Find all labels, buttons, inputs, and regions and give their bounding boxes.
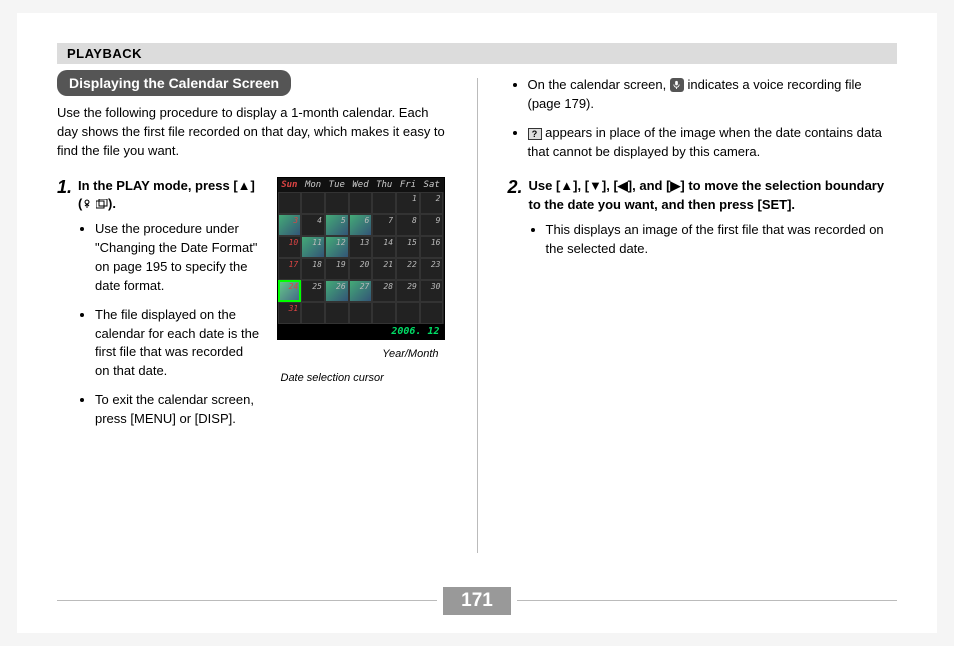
cal-cell: 4 [301, 214, 325, 236]
cal-cell: 10 [278, 236, 302, 258]
unknown-icon-bullet: ? appears in place of the image when the… [528, 124, 898, 162]
step2-bullet: This displays an image of the first file… [546, 221, 898, 259]
section-header: PLAYBACK [57, 43, 897, 64]
cal-cell [301, 192, 325, 214]
topic-title: Displaying the Calendar Screen [57, 70, 291, 96]
cal-cell [372, 192, 396, 214]
step1-part-a: In the PLAY mode, press [ [78, 178, 238, 193]
cal-cell: 21 [372, 258, 396, 280]
calendar-figure: Sun Mon Tue Wed Thu Fri Sat [277, 177, 447, 439]
day-sat: Sat [420, 178, 444, 192]
cal-cell: 9 [420, 214, 444, 236]
cal-cell [301, 302, 325, 324]
cal-cell: 29 [396, 280, 420, 302]
cal-cell [325, 302, 349, 324]
cal-cell [349, 192, 373, 214]
cal-cell: 6 [349, 214, 373, 236]
cal-cell: 5 [325, 214, 349, 236]
cal-cell: 1 [396, 192, 420, 214]
b1-text-a: On the calendar screen, [528, 77, 670, 92]
step2-bullets: This displays an image of the first file… [508, 221, 898, 259]
step1-heading: 1. In the PLAY mode, press [▲] ( ). [57, 177, 261, 215]
calendar-grid: 1 2 3 4 5 6 7 8 9 10 11 12 13 [278, 192, 444, 324]
cal-cell [372, 302, 396, 324]
day-sun: Sun [278, 178, 302, 192]
day-wed: Wed [349, 178, 373, 192]
cal-cell [278, 192, 302, 214]
cal-cell: 12 [325, 236, 349, 258]
page-number: 171 [443, 587, 511, 615]
manual-page: PLAYBACK Displaying the Calendar Screen … [17, 13, 937, 633]
step1-instruction: In the PLAY mode, press [▲] ( ). [78, 177, 260, 215]
calendar-year-month: 2006. 12 [278, 324, 444, 339]
day-thu: Thu [372, 178, 396, 192]
step2-instruction: Use [▲], [▼], [◀], and [▶] to move the s… [529, 177, 897, 215]
step2-heading: 2. Use [▲], [▼], [◀], and [▶] to move th… [508, 177, 898, 215]
cal-cell: 8 [396, 214, 420, 236]
cal-cell: 7 [372, 214, 396, 236]
microphone-icon [670, 78, 684, 92]
step1-bullet: To exit the calendar screen, press [MENU… [95, 391, 261, 429]
step-number: 2. [508, 177, 523, 198]
cal-cell: 26 [325, 280, 349, 302]
cal-cell [349, 302, 373, 324]
voice-icon-bullet: On the calendar screen, indicates a voic… [528, 76, 898, 114]
cal-cell: 2 [420, 192, 444, 214]
cal-cell: 27 [349, 280, 373, 302]
step1-text-col: 1. In the PLAY mode, press [▲] ( ). Use … [57, 177, 261, 439]
column-divider [477, 78, 478, 553]
cal-cell: 16 [420, 236, 444, 258]
cal-cell: 19 [325, 258, 349, 280]
cal-cell: 28 [372, 280, 396, 302]
multi-image-icon [96, 196, 108, 215]
cal-cell: 14 [372, 236, 396, 258]
cal-cell: 15 [396, 236, 420, 258]
step1-row: 1. In the PLAY mode, press [▲] ( ). Use … [57, 177, 447, 439]
cal-cell: 18 [301, 258, 325, 280]
two-column-layout: Displaying the Calendar Screen Use the f… [57, 70, 897, 553]
cal-cell: 31 [278, 302, 302, 324]
cal-cell: 3 [278, 214, 302, 236]
step1-bullets: Use the procedure under "Changing the Da… [57, 220, 261, 428]
calendar-screen: Sun Mon Tue Wed Thu Fri Sat [277, 177, 445, 340]
cal-cell-selected: 24 [278, 280, 302, 302]
question-box-icon: ? [528, 128, 542, 140]
calendar-day-header: Sun Mon Tue Wed Thu Fri Sat [278, 178, 444, 192]
right-column: On the calendar screen, indicates a voic… [508, 70, 898, 553]
cal-cell: 20 [349, 258, 373, 280]
step-number: 1. [57, 177, 72, 198]
page-number-wrap: 171 [17, 587, 937, 615]
cal-cell: 13 [349, 236, 373, 258]
intro-paragraph: Use the following procedure to display a… [57, 104, 447, 161]
left-column: Displaying the Calendar Screen Use the f… [57, 70, 447, 553]
right-bullets: On the calendar screen, indicates a voic… [508, 76, 898, 161]
macro-icon [82, 196, 92, 215]
step1-bullet: Use the procedure under "Changing the Da… [95, 220, 261, 295]
up-triangle-icon: ▲ [238, 178, 251, 193]
cal-cell: 25 [301, 280, 325, 302]
day-fri: Fri [396, 178, 420, 192]
cal-cell [325, 192, 349, 214]
day-tue: Tue [325, 178, 349, 192]
cal-cell: 30 [420, 280, 444, 302]
day-mon: Mon [301, 178, 325, 192]
cursor-label: Date selection cursor [277, 372, 447, 384]
cal-cell: 11 [301, 236, 325, 258]
step1-part-c: ). [108, 196, 116, 211]
cal-cell: 17 [278, 258, 302, 280]
cal-cell [396, 302, 420, 324]
cal-cell [420, 302, 444, 324]
b2-text-b: appears in place of the image when the d… [528, 125, 882, 159]
year-month-label: Year/Month [277, 348, 447, 360]
step1-bullet: The file displayed on the calendar for e… [95, 306, 261, 381]
cal-cell: 23 [420, 258, 444, 280]
cal-cell: 22 [396, 258, 420, 280]
